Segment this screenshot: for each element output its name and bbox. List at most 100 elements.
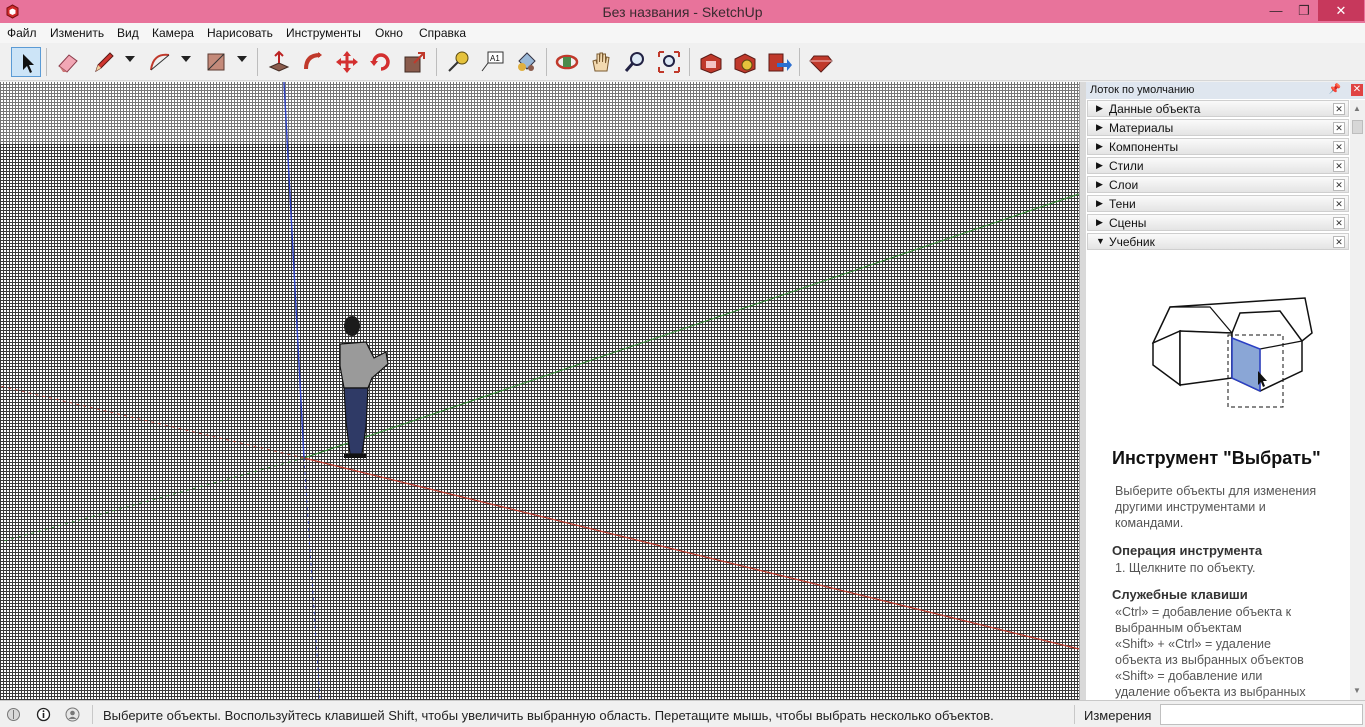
measurements-input[interactable] [1160,704,1363,725]
panel-close-button[interactable]: ✕ [1333,103,1345,115]
arc-tool-button[interactable] [145,47,175,77]
panel-layers[interactable]: ▶ Слои ✕ [1087,176,1349,193]
panel-close-button[interactable]: ✕ [1333,179,1345,191]
panel-label: Слои [1109,178,1139,192]
menu-file[interactable]: Файл [7,26,37,40]
menu-draw[interactable]: Нарисовать [207,26,273,40]
panel-close-button[interactable]: ✕ [1333,122,1345,134]
close-button[interactable]: ✕ [1318,0,1364,21]
pan-tool-button[interactable] [586,47,616,77]
panel-instructor[interactable]: ▼ Учебник ✕ [1087,233,1349,250]
window-title: Без названия - SketchUp [602,4,763,20]
tray-close-button[interactable]: ✕ [1351,84,1363,96]
svg-text:A1: A1 [490,54,500,63]
follow-me-tool-button[interactable] [298,47,328,77]
panel-close-button[interactable]: ✕ [1333,160,1345,172]
menu-view[interactable]: Вид [117,26,139,40]
orbit-icon [555,54,579,70]
menu-bar: Файл Изменить Вид Камера Нарисовать Инст… [0,23,1365,43]
panel-components[interactable]: ▶ Компоненты ✕ [1087,138,1349,155]
restore-button[interactable]: ❐ [1290,0,1318,21]
extension-warehouse-button[interactable] [730,47,760,77]
scale-icon [404,52,425,73]
green-axis-line [303,193,1079,459]
pin-icon[interactable]: 📌 [1329,84,1341,95]
viewport-tray-splitter[interactable] [1079,82,1086,700]
red-axis-dashed-line [0,385,305,459]
credits-info-icon[interactable] [36,707,51,722]
3d-warehouse-icon [700,53,722,74]
instructor-key-line: «Shift» + «Ctrl» = удаление [1115,637,1271,651]
push-pull-icon [268,50,290,72]
paint-bucket-icon [518,52,536,71]
select-tool-illustration [1151,297,1313,408]
share-model-button[interactable] [764,47,794,77]
axes-overlay [0,82,1079,700]
push-pull-tool-button[interactable] [264,47,294,77]
scroll-up-arrow-icon[interactable]: ▲ [1353,104,1361,113]
text-tool-button[interactable]: A1 [477,47,507,77]
menu-camera[interactable]: Камера [152,26,194,40]
rectangle-dropdown-arrow-icon[interactable] [237,56,247,62]
eraser-tool-button[interactable] [53,47,83,77]
panel-close-button[interactable]: ✕ [1333,236,1345,248]
panel-materials[interactable]: ▶ Материалы ✕ [1087,119,1349,136]
drawing-viewport[interactable] [0,82,1079,700]
panel-scenes[interactable]: ▶ Сцены ✕ [1087,214,1349,231]
paint-bucket-tool-button[interactable] [511,47,541,77]
zoom-extents-tool-button[interactable] [654,47,684,77]
scroll-down-arrow-icon[interactable]: ▼ [1353,686,1361,695]
3d-warehouse-button[interactable] [696,47,726,77]
arc-dropdown-arrow-icon[interactable] [181,56,191,62]
scale-tool-button[interactable] [400,47,430,77]
zoom-extents-icon [658,51,680,73]
toolbar-separator [546,48,547,76]
menu-edit[interactable]: Изменить [50,26,104,40]
instructor-key-line: «Ctrl» = добавление объекта к [1115,605,1292,619]
rectangle-tool-button[interactable] [201,47,231,77]
user-account-icon[interactable] [65,707,80,722]
move-arrows-icon [336,51,358,73]
panel-styles[interactable]: ▶ Стили ✕ [1087,157,1349,174]
panel-close-button[interactable]: ✕ [1333,198,1345,210]
instructor-operation-heading: Операция инструмента [1112,543,1263,558]
person-figure [339,316,389,458]
expand-triangle-icon: ▶ [1096,179,1103,189]
pencil-dropdown-arrow-icon[interactable] [125,56,135,62]
select-tool-button[interactable] [11,47,41,77]
follow-me-icon [304,52,322,70]
instructor-operation-step: 1. Щелкните по объекту. [1115,561,1256,575]
extension-manager-button[interactable] [806,47,836,77]
scrollbar-thumb[interactable] [1352,120,1363,134]
minimize-button[interactable]: — [1262,0,1290,21]
text-label-icon: A1 [481,51,504,72]
toolbar-separator [799,48,800,76]
collapse-triangle-icon: ▼ [1096,236,1105,246]
panel-close-button[interactable]: ✕ [1333,217,1345,229]
magnifier-icon [624,52,644,72]
menu-tools[interactable]: Инструменты [286,26,361,40]
zoom-tool-button[interactable] [620,47,650,77]
share-model-icon [768,53,792,72]
status-divider [1074,705,1075,724]
panel-shadows[interactable]: ▶ Тени ✕ [1087,195,1349,212]
measurements-label: Измерения [1084,708,1152,723]
geo-location-icon[interactable] [6,707,21,722]
panel-label: Сцены [1109,216,1147,230]
tape-measure-tool-button[interactable] [443,47,473,77]
rotate-tool-button[interactable] [366,47,396,77]
blue-axis-dashed-line [303,457,321,700]
blue-axis-line [283,82,305,459]
orbit-tool-button[interactable] [552,47,582,77]
panel-entity-info[interactable]: ▶ Данные объекта ✕ [1087,100,1349,117]
status-bar: Выберите объекты. Воспользуйтесь клавише… [0,700,1365,727]
menu-help[interactable]: Справка [419,26,466,40]
move-tool-button[interactable] [332,47,362,77]
instructor-keys-heading: Служебные клавиши [1112,587,1248,602]
pencil-tool-button[interactable] [89,47,119,77]
rectangle-icon [207,53,225,71]
panel-close-button[interactable]: ✕ [1333,141,1345,153]
menu-window[interactable]: Окно [375,26,403,40]
tape-measure-icon [448,51,469,72]
tray-scrollbar[interactable]: ▲ ▼ [1350,100,1365,700]
